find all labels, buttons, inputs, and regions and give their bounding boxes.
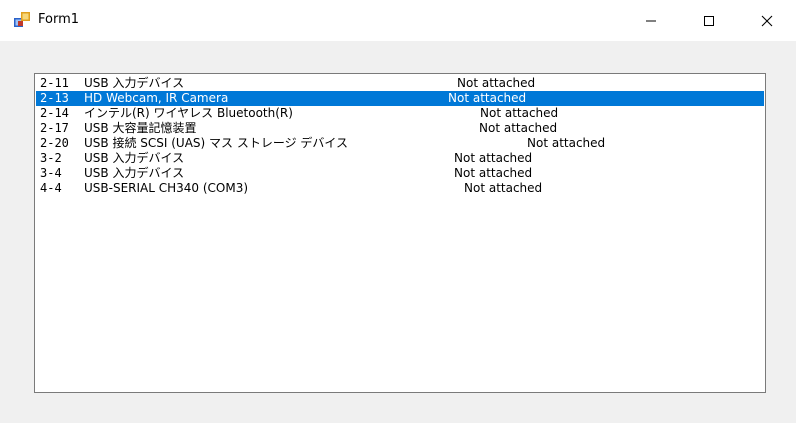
device-status: Not attached: [457, 76, 536, 90]
device-listbox[interactable]: 2-11 USB 入力デバイス Not attached 2-13 HD Web…: [34, 73, 766, 393]
list-item[interactable]: 4-4 USB-SERIAL CH340 (COM3) Not attached: [36, 181, 764, 196]
device-id: 4-4: [40, 181, 62, 195]
list-item[interactable]: 3-4 USB 入力デバイス Not attached: [36, 166, 764, 181]
maximize-button[interactable]: [680, 0, 738, 41]
device-id: 2-14: [40, 106, 69, 120]
device-id: 2-17: [40, 121, 69, 135]
device-status: Not attached: [480, 106, 559, 120]
main-window: Form1 2-11 USB 入力デバイス Not attached 2-13: [0, 0, 796, 423]
device-status: Not attached: [464, 181, 543, 195]
device-status: Not attached: [479, 121, 558, 135]
device-id: 2-20: [40, 136, 69, 150]
device-name: USB 入力デバイス: [84, 76, 185, 90]
device-name: USB 入力デバイス: [84, 151, 185, 165]
list-item[interactable]: 2-17 USB 大容量記憶装置 Not attached: [36, 121, 764, 136]
close-icon: [761, 15, 773, 26]
device-id: 3-2: [40, 151, 62, 165]
device-status: Not attached: [454, 166, 533, 180]
device-status: Not attached: [454, 151, 533, 165]
device-id: 2-11: [40, 76, 69, 90]
device-id: 2-13: [40, 91, 69, 105]
title-bar[interactable]: Form1: [0, 0, 796, 41]
device-name: USB-SERIAL CH340 (COM3): [84, 181, 249, 195]
device-name: HD Webcam, IR Camera: [84, 91, 229, 105]
list-item[interactable]: 2-14 インテル(R) ワイヤレス Bluetooth(R) Not atta…: [36, 106, 764, 121]
device-status: Not attached: [527, 136, 606, 150]
window-title: Form1: [38, 12, 80, 27]
minimize-icon: [646, 20, 656, 21]
list-item[interactable]: 3-2 USB 入力デバイス Not attached: [36, 151, 764, 166]
app-icon: [14, 12, 30, 27]
list-item[interactable]: 2-11 USB 入力デバイス Not attached: [36, 76, 764, 91]
device-name: USB 接続 SCSI (UAS) マス ストレージ デバイス: [84, 136, 349, 150]
device-status: Not attached: [448, 91, 527, 105]
device-id: 3-4: [40, 166, 62, 180]
device-name: インテル(R) ワイヤレス Bluetooth(R): [84, 106, 293, 120]
device-name: USB 入力デバイス: [84, 166, 185, 180]
list-item-selected[interactable]: 2-13 HD Webcam, IR Camera Not attached: [36, 91, 764, 106]
maximize-icon: [704, 15, 714, 26]
device-name: USB 大容量記憶装置: [84, 121, 197, 135]
minimize-button[interactable]: [622, 0, 680, 41]
list-item[interactable]: 2-20 USB 接続 SCSI (UAS) マス ストレージ デバイス Not…: [36, 136, 764, 151]
close-button[interactable]: [738, 0, 796, 41]
